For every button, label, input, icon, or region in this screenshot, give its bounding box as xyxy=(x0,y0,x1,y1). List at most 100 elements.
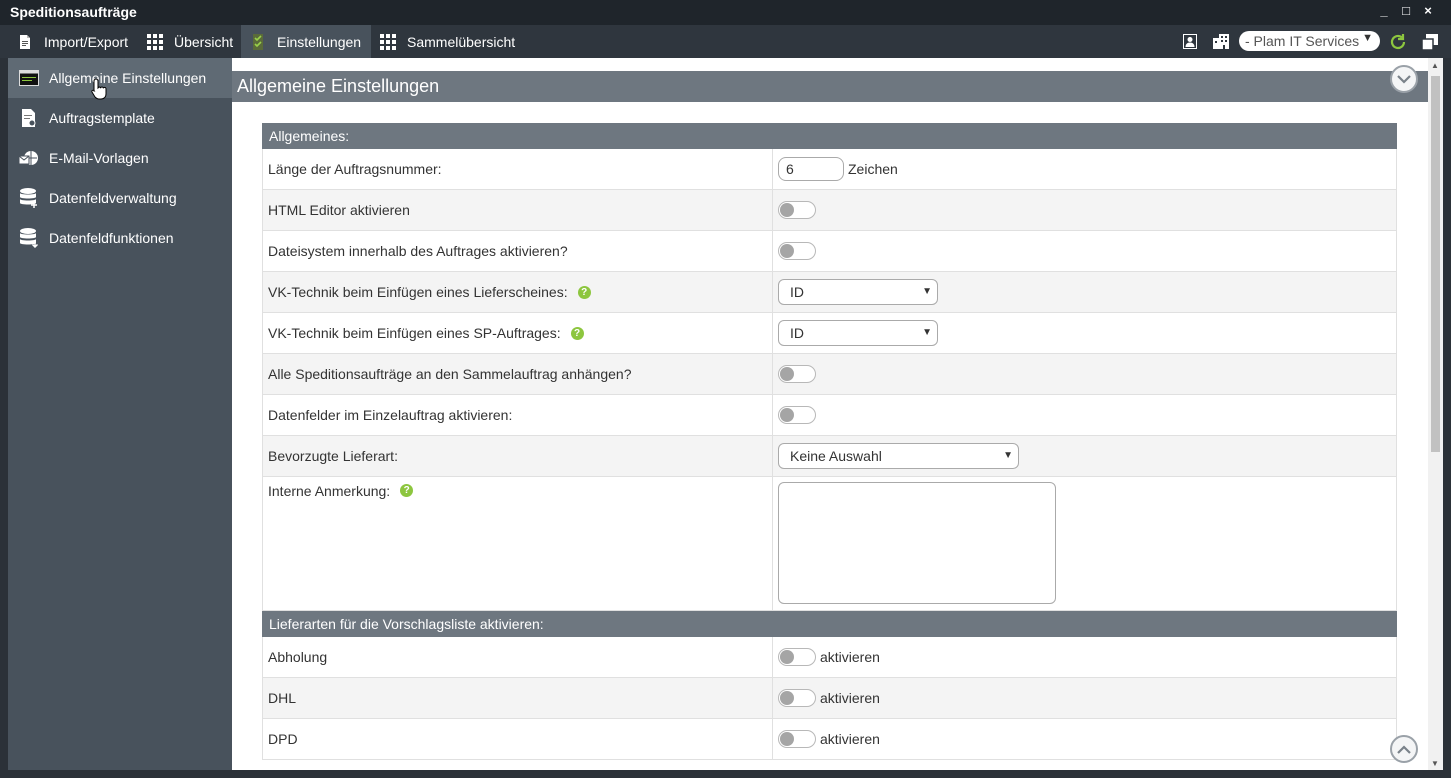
scrollbar-thumb[interactable] xyxy=(1431,76,1440,452)
tab-import-export[interactable]: Import/Export xyxy=(8,25,138,58)
internal-note-textarea[interactable] xyxy=(778,482,1056,604)
datafields-single-toggle[interactable] xyxy=(778,406,816,424)
row-label-container: VK-Technik beim Einfügen eines SP-Auftra… xyxy=(263,313,773,353)
chevron-down-icon: ▼ xyxy=(1362,32,1373,44)
sidebar-item-email-templates[interactable]: E-Mail-Vorlagen xyxy=(8,138,232,178)
grid-icon xyxy=(144,33,166,50)
preferred-delivery-select[interactable]: Keine Auswahl ▼ xyxy=(778,443,1019,469)
vertical-scrollbar[interactable]: ▲ ▼ xyxy=(1428,58,1443,770)
sidebar-item-label: Datenfeldverwaltung xyxy=(49,190,177,206)
window-title: Speditionsaufträge xyxy=(10,4,137,20)
sidebar-item-label: E-Mail-Vorlagen xyxy=(49,150,149,166)
scroll-down-icon[interactable]: ▼ xyxy=(1431,759,1439,768)
row-label: DHL xyxy=(263,678,773,718)
toggle-label: aktivieren xyxy=(820,731,880,747)
window-titlebar: Speditionsaufträge _ □ × xyxy=(0,0,1451,25)
html-editor-toggle[interactable] xyxy=(778,201,816,219)
help-icon[interactable]: ? xyxy=(400,484,414,497)
toggle-label: aktivieren xyxy=(820,649,880,665)
company-select-value: - Plam IT Services xyxy=(1245,33,1360,49)
database-download-icon xyxy=(18,227,40,249)
sidebar-item-datafield-management[interactable]: Datenfeldverwaltung xyxy=(8,178,232,218)
collapse-button[interactable] xyxy=(1390,65,1418,93)
filesystem-toggle[interactable] xyxy=(778,242,816,260)
row-label: DPD xyxy=(263,719,773,759)
company-select[interactable]: - Plam IT Services ▼ xyxy=(1239,31,1380,51)
database-icon xyxy=(18,187,40,209)
tab-collective-overview[interactable]: Sammelübersicht xyxy=(371,25,525,58)
row-preferred-delivery: Bevorzugte Lieferart: Keine Auswahl ▼ xyxy=(262,436,1397,477)
tab-settings[interactable]: Einstellungen xyxy=(241,25,371,58)
section-header-general: Allgemeines: xyxy=(262,123,1397,149)
unit-label: Zeichen xyxy=(848,161,898,177)
dpd-toggle[interactable] xyxy=(778,730,816,748)
window-bottom-frame xyxy=(0,770,1451,778)
row-attach-collective: Alle Speditionsaufträge an den Sammelauf… xyxy=(262,354,1397,395)
document-gear-icon xyxy=(18,107,40,129)
popout-window-icon[interactable] xyxy=(1422,25,1438,58)
row-order-number-length: Länge der Auftragsnummer: 6 Zeichen xyxy=(262,149,1397,190)
row-label: Alle Speditionsaufträge an den Sammelauf… xyxy=(263,354,773,394)
row-label-container: Interne Anmerkung: ? xyxy=(263,477,773,610)
email-globe-icon xyxy=(18,147,40,169)
row-filesystem: Dateisystem innerhalb des Auftrages akti… xyxy=(262,231,1397,272)
maximize-button[interactable]: □ xyxy=(1398,3,1414,19)
tab-label: Import/Export xyxy=(44,33,129,50)
row-vk-delivery-note: VK-Technik beim Einfügen eines Liefersch… xyxy=(262,272,1397,313)
select-value: Keine Auswahl xyxy=(790,448,882,464)
row-label-container: VK-Technik beim Einfügen eines Liefersch… xyxy=(263,272,773,312)
sidebar-item-general-settings[interactable]: Allgemeine Einstellungen xyxy=(8,58,232,98)
row-internal-note: Interne Anmerkung: ? xyxy=(262,477,1397,611)
row-delivery-dpd: DPD aktivieren xyxy=(262,719,1397,760)
row-html-editor: HTML Editor aktivieren xyxy=(262,190,1397,231)
refresh-icon[interactable] xyxy=(1388,25,1408,58)
row-label: Länge der Auftragsnummer: xyxy=(263,149,773,189)
main-toolbar: Import/Export Übersicht Einstellungen Sa… xyxy=(0,25,1451,58)
chevron-down-icon xyxy=(1397,74,1411,84)
user-icon[interactable] xyxy=(1183,25,1197,58)
document-icon xyxy=(14,34,36,49)
checklist-icon xyxy=(247,33,269,50)
row-label: Datenfelder im Einzelauftrag aktivieren: xyxy=(263,395,773,435)
row-delivery-abholung: Abholung aktivieren xyxy=(262,637,1397,678)
order-number-length-input[interactable]: 6 xyxy=(778,157,844,181)
attach-collective-toggle[interactable] xyxy=(778,365,816,383)
chevron-down-icon: ▼ xyxy=(1003,450,1013,461)
row-label: HTML Editor aktivieren xyxy=(263,190,773,230)
vk-sp-order-select[interactable]: ID ▼ xyxy=(778,320,938,346)
chevron-down-icon: ▼ xyxy=(922,327,932,338)
sidebar-item-datafield-functions[interactable]: Datenfeldfunktionen xyxy=(8,218,232,258)
scroll-to-top-button[interactable] xyxy=(1390,735,1418,763)
abholung-toggle[interactable] xyxy=(778,648,816,666)
row-label: VK-Technik beim Einfügen eines SP-Auftra… xyxy=(268,325,561,341)
row-label: Dateisystem innerhalb des Auftrages akti… xyxy=(263,231,773,271)
select-value: ID xyxy=(790,325,804,341)
tab-label: Übersicht xyxy=(174,33,234,50)
row-delivery-dhl: DHL aktivieren xyxy=(262,678,1397,719)
sidebar-item-order-template[interactable]: Auftragstemplate xyxy=(8,98,232,138)
row-label: Interne Anmerkung: xyxy=(268,483,391,499)
settings-form: Allgemeines: Länge der Auftragsnummer: 6… xyxy=(262,123,1397,760)
select-value: ID xyxy=(790,284,804,300)
dhl-toggle[interactable] xyxy=(778,689,816,707)
window-icon xyxy=(18,67,40,89)
close-button[interactable]: × xyxy=(1420,3,1436,19)
tab-overview[interactable]: Übersicht xyxy=(138,25,241,58)
chevron-up-icon xyxy=(1397,744,1411,754)
chevron-down-icon: ▼ xyxy=(922,286,932,297)
minimize-button[interactable]: _ xyxy=(1376,3,1392,19)
help-icon[interactable]: ? xyxy=(577,285,591,299)
row-label: Bevorzugte Lieferart: xyxy=(263,436,773,476)
building-icon[interactable] xyxy=(1213,25,1229,58)
grid-icon xyxy=(377,33,399,50)
sidebar-item-label: Allgemeine Einstellungen xyxy=(49,70,207,86)
row-label: Abholung xyxy=(263,637,773,677)
vk-delivery-note-select[interactable]: ID ▼ xyxy=(778,279,938,305)
section-header-delivery-types: Lieferarten für die Vorschlagsliste akti… xyxy=(262,611,1397,637)
scroll-up-icon[interactable]: ▲ xyxy=(1431,61,1439,70)
tab-label: Sammelübersicht xyxy=(407,33,516,50)
row-datafields-single: Datenfelder im Einzelauftrag aktivieren: xyxy=(262,395,1397,436)
row-label: VK-Technik beim Einfügen eines Liefersch… xyxy=(268,284,568,300)
toggle-label: aktivieren xyxy=(820,690,880,706)
help-icon[interactable]: ? xyxy=(570,326,584,340)
